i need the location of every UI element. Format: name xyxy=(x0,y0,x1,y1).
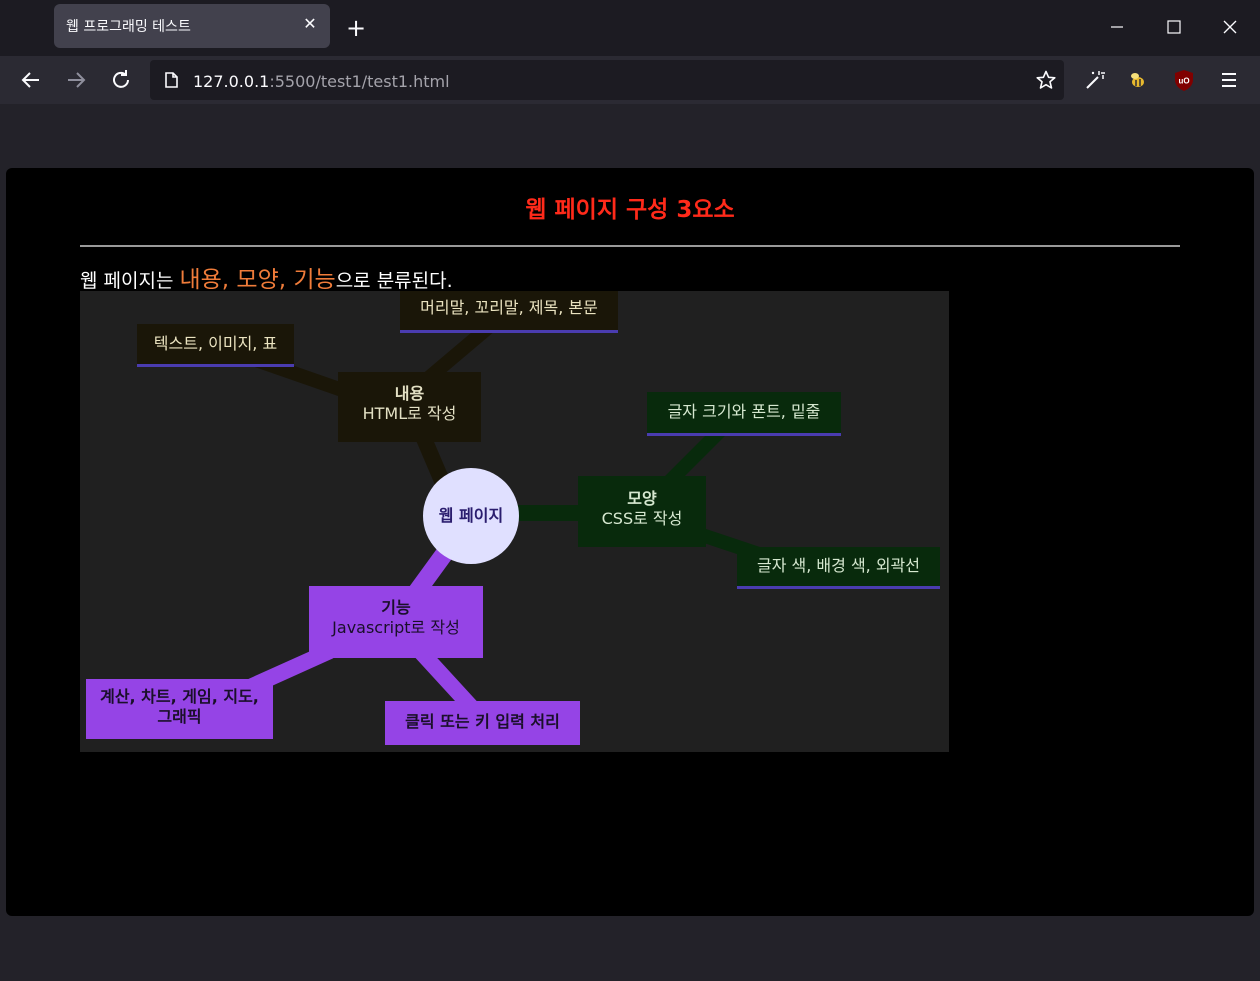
content-leaf-label-1: 텍스트, 이미지, 표 xyxy=(153,334,278,353)
style-branch-title: 모양 xyxy=(627,489,657,508)
magic-wand-icon xyxy=(1086,71,1105,89)
reload-icon xyxy=(113,70,129,88)
content-leaf-node: 머리말, 꼬리말, 제목, 본문 xyxy=(400,291,618,333)
function-branch-title: 기능 xyxy=(381,598,411,617)
intro-prefix: 웹 페이지는 xyxy=(80,270,180,292)
tab-active[interactable]: 웹 프로그래밍 테스트 ✕ xyxy=(54,4,330,48)
close-window-button[interactable] xyxy=(1210,10,1250,46)
ublock-shield-icon: uO xyxy=(1175,70,1193,91)
url-text: 127.0.0.1:5500/test1/test1.html xyxy=(193,72,450,91)
bee-extension-icon xyxy=(1131,73,1144,87)
back-arrow-icon xyxy=(21,72,39,88)
ublock-origin-button[interactable]: uO xyxy=(1170,66,1198,94)
function-leaf-label-1b: 그래픽 xyxy=(157,707,202,726)
style-branch-subtitle: CSS로 작성 xyxy=(601,509,683,528)
content-leaf-node: 텍스트, 이미지, 표 xyxy=(137,324,294,367)
tab-close-icon[interactable]: ✕ xyxy=(302,16,318,32)
intro-text: 웹 페이지는 내용, 모양, 기능으로 분류된다. xyxy=(80,260,453,294)
new-tab-button[interactable]: + xyxy=(342,14,370,42)
center-node-label: 웹 페이지 xyxy=(438,506,504,525)
close-window-icon xyxy=(1223,20,1237,34)
intro-suffix: 으로 분류된다. xyxy=(335,270,453,292)
url-path: :5500/test1/test1.html xyxy=(269,72,450,91)
svg-text:uO: uO xyxy=(1178,77,1189,86)
function-branch-subtitle: Javascript로 작성 xyxy=(332,618,460,637)
tab-title: 웹 프로그래밍 테스트 xyxy=(66,19,191,35)
mind-map-image: 웹 페이지 내용 HTML로 작성 텍스트, 이미지, 표 머리말, 꼬리말, … xyxy=(80,291,949,752)
content-leaf-label-2: 머리말, 꼬리말, 제목, 본문 xyxy=(420,298,598,317)
style-leaf-node: 글자 크기와 폰트, 밑줄 xyxy=(647,392,841,436)
extension-bee-button[interactable] xyxy=(1124,66,1152,94)
page-icon xyxy=(165,72,178,88)
style-leaf-label-1: 글자 크기와 폰트, 밑줄 xyxy=(667,402,821,421)
content-branch-subtitle: HTML로 작성 xyxy=(362,404,457,423)
back-button[interactable] xyxy=(15,64,47,96)
style-leaf-label-2: 글자 색, 배경 색, 외곽선 xyxy=(757,556,920,575)
content-branch-node: 내용 HTML로 작성 xyxy=(338,372,481,442)
maximize-button[interactable] xyxy=(1154,10,1194,46)
forward-button[interactable] xyxy=(60,64,92,96)
url-host: 127.0.0.1 xyxy=(193,72,270,91)
page-viewport: 웹 페이지 구성 3요소 웹 페이지는 내용, 모양, 기능으로 분류된다. 웹… xyxy=(6,168,1254,916)
function-leaf-label-2: 클릭 또는 키 입력 처리 xyxy=(405,712,560,731)
style-branch-node: 모양 CSS로 작성 xyxy=(578,476,706,547)
app-menu-button[interactable] xyxy=(1215,66,1243,94)
minimize-icon xyxy=(1111,26,1123,28)
tab-strip: 웹 프로그래밍 테스트 ✕ + xyxy=(0,0,1260,56)
function-branch-node: 기능 Javascript로 작성 xyxy=(309,586,483,658)
mind-map-center-node: 웹 페이지 xyxy=(423,468,519,564)
function-leaf-node: 계산, 차트, 게임, 지도, 그래픽 xyxy=(86,679,273,739)
browser-window: 웹 프로그래밍 테스트 ✕ + 127.0.0.1:5500/test1/tes… xyxy=(0,0,1260,981)
minimize-button[interactable] xyxy=(1097,10,1137,46)
horizontal-rule xyxy=(80,245,1180,247)
function-leaf-node: 클릭 또는 키 입력 처리 xyxy=(385,701,580,745)
navigation-bar: 127.0.0.1:5500/test1/test1.html uO xyxy=(0,56,1260,104)
bookmark-star-icon[interactable] xyxy=(1036,70,1056,90)
extension-wand-button[interactable] xyxy=(1080,66,1108,94)
style-leaf-node: 글자 색, 배경 색, 외곽선 xyxy=(737,547,940,589)
intro-highlight: 내용, 모양, 기능 xyxy=(179,267,336,293)
forward-arrow-icon xyxy=(68,72,86,88)
content-branch-title: 내용 xyxy=(394,384,425,403)
reload-button[interactable] xyxy=(105,64,137,96)
hamburger-menu-icon xyxy=(1222,73,1236,87)
url-bar[interactable]: 127.0.0.1:5500/test1/test1.html xyxy=(150,60,1064,100)
page-title: 웹 페이지 구성 3요소 xyxy=(525,197,735,223)
function-leaf-label-1a: 계산, 차트, 게임, 지도, xyxy=(100,687,259,706)
maximize-icon xyxy=(1167,20,1181,34)
